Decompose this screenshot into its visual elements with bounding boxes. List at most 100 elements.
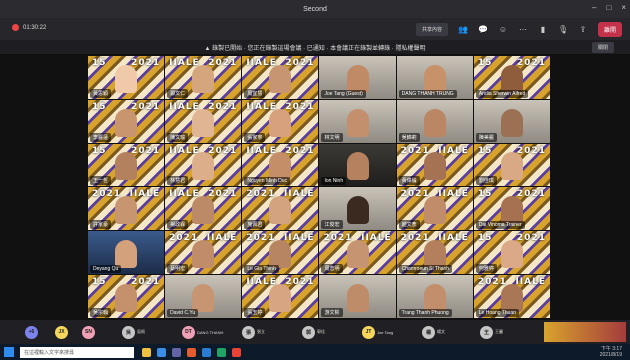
participant-tile[interactable]: 吳錦莉 [396, 99, 473, 143]
window-titlebar: Second – □ × [0, 0, 630, 18]
participant-thumbnail[interactable]: 吳吳佩 [122, 323, 145, 341]
edge-browser-icon[interactable] [157, 347, 166, 357]
more-options-icon[interactable]: ⋯ [518, 25, 528, 34]
participant-thumbnail[interactable]: JX [55, 323, 68, 341]
self-view-video[interactable] [544, 322, 626, 342]
participant-tile[interactable]: 15 2021 黃思穎 [88, 56, 165, 99]
chrome-icon[interactable] [232, 347, 241, 357]
reactions-icon[interactable]: ☺ [498, 25, 508, 34]
participant-video-figure [115, 64, 138, 93]
participant-name-label: 張家寧 [244, 132, 266, 142]
participant-tile[interactable]: Trang Thanh Phuong [396, 275, 473, 318]
microphone-icon[interactable]: 🎙 [558, 25, 568, 34]
participant-tile[interactable]: IIALE 2021 林慧君 [165, 143, 242, 187]
participant-tile[interactable]: 2021 IIALE Le Hoang Thuan [473, 275, 550, 318]
participant-name-label: 楊政霖 [167, 220, 189, 230]
participant-tile[interactable]: 2021 IIALE 周志明 [319, 231, 396, 275]
participant-thumbnail[interactable]: 張張立 [242, 323, 265, 341]
participant-tile[interactable]: IIALE 2021 楊政霖 [165, 187, 242, 231]
participant-tile[interactable]: 15 2021 何雅婷 [473, 231, 550, 275]
participant-tile[interactable]: 2021 IIALE 施佩君 [242, 187, 319, 231]
participant-video-figure [269, 152, 292, 181]
participant-tile[interactable]: Ion Ninh [319, 143, 396, 187]
banner-text-left: 15 [92, 277, 107, 288]
banner-text-left: 2021 [400, 145, 430, 156]
participant-grid: 15 2021 黃思穎 IIALE 2021 鄭文仁 IIALE 2021 周宜慧 Joe Tan… [88, 56, 550, 318]
participant-name-label: 劉佳琪 [475, 176, 497, 186]
participant-name-label: 江俊宏 [321, 220, 343, 230]
participant-tile[interactable]: IIALE 2021 Nguyen Minh Duc [242, 143, 319, 187]
file-explorer-icon[interactable] [142, 347, 151, 357]
participant-tile[interactable]: 2021 IIALE 趙文彥 [396, 187, 473, 231]
participant-tile[interactable]: IIALE 2021 周宜慧 [242, 56, 319, 99]
participant-tile[interactable]: 2021 IIALE Chamroeun Si Thanh [396, 231, 473, 275]
participant-tile[interactable]: 陳美麗 [473, 99, 550, 143]
participants-icon[interactable]: 👥 [458, 25, 468, 34]
windows-start-icon[interactable] [4, 347, 14, 357]
banner-text-left: 2021 [477, 277, 507, 288]
thumbnail-name: 王麗 [495, 329, 503, 334]
participant-thumbnail[interactable]: JT Joe Tang [362, 323, 393, 341]
recording-banner: ▲ 錄製已開始 · 您正在錄製這場會議 · 已通知 · 本會議正在錄製並轉錄 ·… [0, 40, 630, 54]
participant-name-label: 吳錦莉 [398, 132, 420, 142]
participant-tile[interactable]: 江俊宏 [319, 187, 396, 231]
participant-name-label: Chamroeun Si Thanh [398, 265, 453, 274]
participant-name-label: Dai Vinoma Trainer [475, 221, 525, 230]
leave-button[interactable]: 離開 [597, 22, 622, 37]
banner-text-right: 2021 [208, 101, 238, 112]
banner-dismiss-button[interactable]: 關閉 [591, 42, 614, 53]
recording-banner-text: ▲ 錄製已開始 · 您正在錄製這場會議 · 已通知 · 本會議正在錄製並轉錄 ·… [204, 45, 426, 52]
participant-thumbnail[interactable]: +6 [25, 323, 38, 341]
powerpoint-icon[interactable] [187, 347, 196, 357]
avatar: JX [55, 325, 68, 339]
participant-tile[interactable]: David C.Yu [165, 275, 242, 318]
participant-tile[interactable]: 2021 IIALE 蔡明宏 [165, 231, 242, 275]
close-icon[interactable]: × [621, 3, 626, 12]
participant-tile[interactable]: 15 2021 吳宗翰 [88, 275, 165, 318]
participant-tile[interactable]: Joe Tang (Guest) [319, 56, 396, 99]
participant-tile[interactable]: 15 2021 Dai Vinoma Trainer [473, 187, 550, 231]
participant-name-label: David C.Yu [167, 308, 199, 317]
word-icon[interactable] [202, 347, 211, 357]
participant-tile[interactable]: IIALE 2021 鄭文仁 [165, 56, 242, 99]
system-tray[interactable]: 下午 3:17 2021/8/19 [600, 346, 622, 358]
thumbnail-name: Joe Tang [377, 329, 394, 335]
share-content-button[interactable]: 共享內容 [415, 23, 448, 36]
participant-video-figure [346, 240, 369, 269]
participant-tile[interactable]: IIALE 2021 張玉婷 [242, 275, 319, 318]
excel-icon[interactable] [217, 347, 226, 357]
participant-thumbnail[interactable]: 郭郭佳 [302, 323, 325, 341]
participant-tile[interactable]: 林文明 [319, 99, 396, 143]
participant-tile[interactable]: IIALE 2021 張家寧 [242, 99, 319, 143]
banner-text-right: IIALE [361, 233, 392, 244]
minimize-icon[interactable]: – [592, 3, 596, 12]
maximize-icon[interactable]: □ [606, 3, 611, 12]
participant-tile[interactable]: DANG THANH TRUNG [396, 56, 473, 99]
participant-tile[interactable]: IIALE 2021 陳文瑜 [165, 99, 242, 143]
participant-tile[interactable]: 15 2021 劉佳琪 [473, 143, 550, 187]
participant-video-figure [346, 152, 369, 181]
participant-name-label: 李麗蓮 [90, 132, 112, 142]
banner-text-left: 15 [477, 189, 493, 200]
share-tray-icon[interactable]: ⇪ [578, 25, 588, 34]
chat-icon[interactable]: 💬 [478, 25, 488, 34]
participant-tile[interactable]: 15 2021 李麗蓮 [88, 99, 165, 143]
participant-video-figure [346, 196, 369, 225]
participant-tile[interactable]: 2021 IIALE Le Gia Thinh [242, 231, 319, 275]
participant-thumbnail[interactable]: 楊楊文 [422, 323, 445, 341]
participant-tile[interactable]: 15 2021 王一哲 [88, 143, 165, 187]
participant-tile[interactable]: 2021 IIALE 黃偉倫 [396, 143, 473, 187]
taskbar-search-input[interactable]: 在這裡輸入文字來搜尋 [20, 346, 134, 358]
camera-icon[interactable]: ▮ [538, 25, 548, 34]
participant-thumbnail[interactable]: DT DANG THANH [182, 323, 223, 341]
participant-tile[interactable]: Deyang Qu [88, 231, 165, 275]
participant-tile[interactable]: 2021 IIALE 許家豪 [88, 187, 165, 231]
teams-icon[interactable] [172, 347, 181, 357]
participant-tile[interactable]: 游文彬 [319, 275, 396, 318]
participant-thumbnail[interactable]: 王王麗 [480, 323, 503, 341]
participant-name-label: 鄭文仁 [167, 88, 189, 98]
participant-tile[interactable]: 15 2021 Andia Sherwin Alfred [473, 56, 550, 99]
thumbnail-name: 張立 [257, 329, 265, 334]
participant-thumbnail[interactable]: SN [82, 323, 95, 341]
recording-dot-icon [12, 24, 19, 31]
